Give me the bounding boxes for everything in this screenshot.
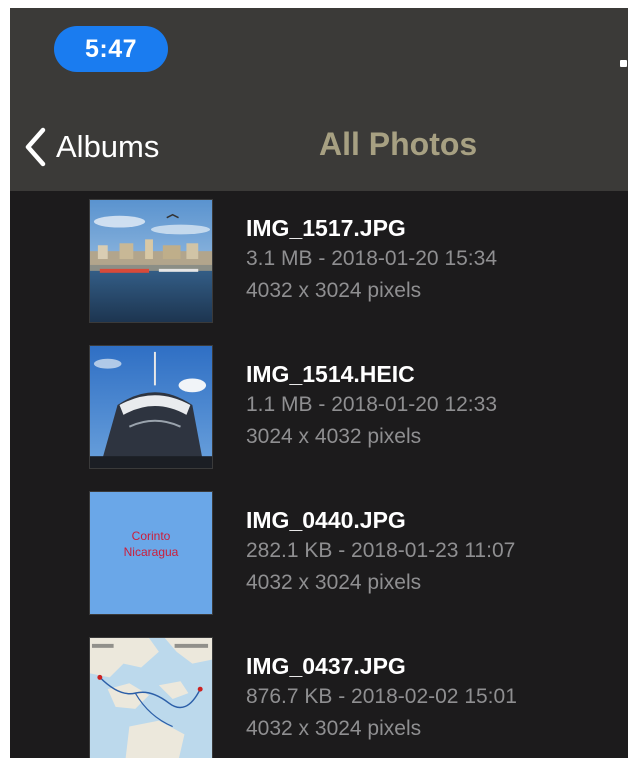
photo-dimensions: 4032 x 3024 pixels	[246, 717, 422, 740]
photo-dimensions: 4032 x 3024 pixels	[246, 571, 422, 594]
photo-thumbnail-ship[interactable]	[89, 345, 213, 469]
photo-row[interactable]: IMG_0437.JPG 876.7 KB - 2018-02-02 15:01…	[10, 629, 628, 758]
photo-filename: IMG_1514.HEIC	[246, 361, 415, 387]
chevron-left-icon	[25, 127, 46, 167]
photo-row[interactable]: Corinto Nicaragua IMG_0440.JPG 282.1 KB …	[10, 483, 628, 629]
photo-info: IMG_0440.JPG 282.1 KB - 2018-01-23 11:07…	[246, 505, 515, 599]
map-image	[90, 638, 212, 758]
harbor-image	[90, 200, 212, 322]
photo-thumbnail-map[interactable]	[89, 637, 213, 758]
status-indicator-icon	[620, 60, 627, 67]
page-title: All Photos	[319, 126, 478, 162]
photo-size-date: 3.1 MB - 2018-01-20 15:34	[246, 247, 497, 270]
photo-thumbnail-text-card[interactable]: Corinto Nicaragua	[89, 491, 213, 615]
photo-size-date: 876.7 KB - 2018-02-02 15:01	[246, 685, 517, 708]
photo-info: IMG_1517.JPG 3.1 MB - 2018-01-20 15:34 4…	[246, 213, 497, 307]
thumbnail-caption-line: Corinto	[131, 529, 171, 543]
back-button-label: Albums	[56, 129, 160, 164]
photo-dimensions: 4032 x 3024 pixels	[246, 279, 422, 302]
thumbnail-caption-line: Nicaragua	[123, 545, 179, 559]
photo-filename: IMG_1517.JPG	[246, 215, 406, 241]
status-time: 5:47	[84, 34, 138, 63]
photo-size-date: 282.1 KB - 2018-01-23 11:07	[246, 539, 516, 562]
photo-info: IMG_0437.JPG 876.7 KB - 2018-02-02 15:01…	[246, 651, 517, 745]
thumbnail-caption: Corinto Nicaragua	[90, 528, 212, 560]
navigation-header: 5:47 Albums All Photos	[10, 8, 628, 191]
photo-thumbnail-harbor[interactable]	[89, 199, 213, 323]
photo-filename: IMG_0437.JPG	[246, 653, 406, 679]
ship-image	[90, 346, 212, 468]
photo-size-date: 1.1 MB - 2018-01-20 12:33	[246, 393, 497, 416]
photo-row[interactable]: IMG_1514.HEIC 1.1 MB - 2018-01-20 12:33 …	[10, 337, 628, 483]
phone-screen: 5:47 Albums All Photos IMG_1517.JPG 3.1 …	[10, 8, 628, 758]
photo-filename: IMG_0440.JPG	[246, 507, 406, 533]
photo-row[interactable]: IMG_1517.JPG 3.1 MB - 2018-01-20 15:34 4…	[10, 191, 628, 337]
photo-info: IMG_1514.HEIC 1.1 MB - 2018-01-20 12:33 …	[246, 359, 497, 453]
photo-dimensions: 3024 x 4032 pixels	[246, 425, 422, 448]
back-button[interactable]: Albums	[24, 120, 159, 174]
screenshot: 5:47 Albums All Photos IMG_1517.JPG 3.1 …	[0, 0, 628, 758]
status-time-pill[interactable]: 5:47	[54, 26, 168, 72]
